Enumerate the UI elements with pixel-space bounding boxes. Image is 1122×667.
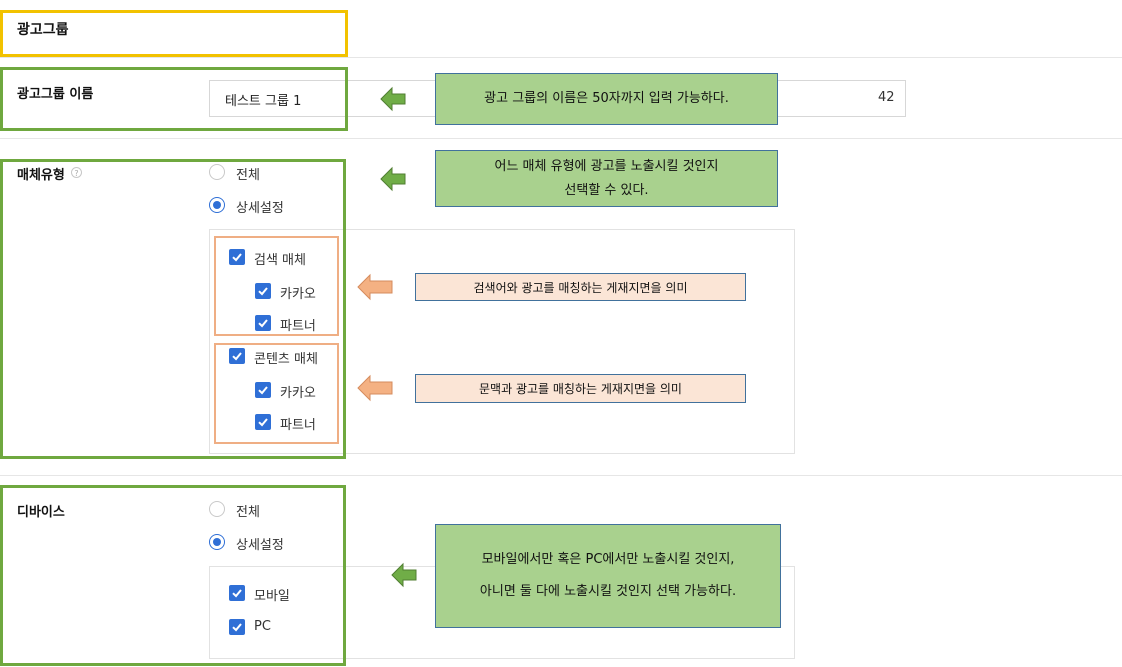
divider: [0, 475, 1122, 476]
media-highlight-frame: [0, 159, 346, 459]
device-note: 모바일에서만 혹은 PC에서만 노출시킬 것인지, 아니면 둘 다에 노출시킬 …: [435, 524, 781, 628]
arrow-left-icon: [391, 562, 417, 588]
divider: [0, 57, 1122, 58]
arrow-left-icon: [357, 273, 393, 301]
search-media-note: 검색어와 광고를 매칭하는 게재지면을 의미: [415, 273, 746, 301]
page-title: 광고그룹: [17, 22, 69, 38]
name-note: 광고 그룹의 이름은 50자까지 입력 가능하다.: [435, 73, 778, 125]
arrow-left-icon: [357, 374, 393, 402]
media-note: 어느 매체 유형에 광고를 노출시킬 것인지 선택할 수 있다.: [435, 150, 778, 207]
arrow-left-icon: [380, 166, 406, 192]
content-media-note: 문맥과 광고를 매칭하는 게재지면을 의미: [415, 374, 746, 403]
arrow-left-icon: [380, 86, 406, 112]
device-highlight-frame: [0, 485, 346, 666]
char-count: 42: [878, 90, 895, 105]
name-highlight-frame: [0, 67, 348, 131]
divider: [0, 138, 1122, 139]
